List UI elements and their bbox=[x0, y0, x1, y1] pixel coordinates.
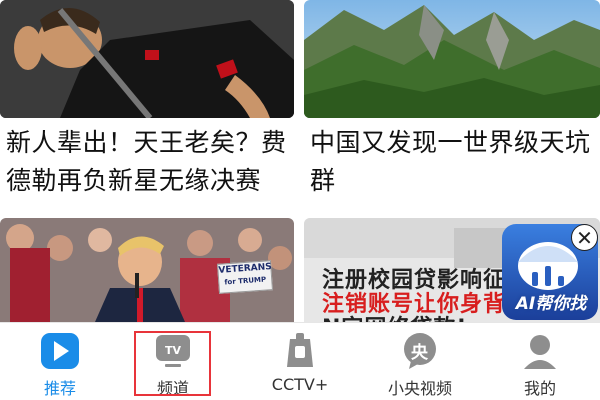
sign-line-2: for TRUMP bbox=[224, 275, 267, 287]
tab-mine[interactable]: 我的 bbox=[480, 323, 600, 400]
feed-card-rally[interactable]: VETERANS for TRUMP bbox=[0, 218, 294, 322]
landscape-thumbnail[interactable] bbox=[304, 0, 600, 118]
tab-xiaoyang-video[interactable]: 央 小央视频 bbox=[360, 323, 480, 400]
feed-card-tennis[interactable]: 新人辈出！天王老矣？费德勒再负新星无缘决赛 bbox=[0, 0, 294, 210]
overlay-line-3: N字网络贷款! bbox=[322, 310, 467, 322]
person-icon bbox=[524, 335, 556, 369]
channels-highlight-box bbox=[134, 331, 211, 396]
tab-label-recommend: 推荐 bbox=[43, 379, 76, 398]
tab-label-xiaoyang-video: 小央视频 bbox=[387, 379, 452, 398]
yang-icon-text: 央 bbox=[411, 343, 428, 363]
headline-tennis[interactable]: 新人辈出！天王老矣？费德勒再负新星无缘决赛 bbox=[6, 124, 290, 200]
headline-landscape[interactable]: 中国又发现一世界级天坑群 bbox=[310, 124, 596, 200]
cctv-plus-icon bbox=[287, 333, 313, 367]
tab-label-cctv-plus: CCTV+ bbox=[271, 375, 329, 394]
close-icon[interactable]: ✕ bbox=[571, 224, 598, 251]
tab-cctv-plus[interactable]: CCTV+ bbox=[240, 323, 360, 400]
ai-assistant-label[interactable]: AI帮你找 bbox=[506, 289, 596, 314]
tab-recommend[interactable]: 推荐 bbox=[0, 323, 120, 400]
sign-veterans: VETERANS for TRUMP bbox=[217, 260, 273, 294]
tennis-thumbnail[interactable] bbox=[0, 0, 294, 118]
bottom-tab-bar: 推荐 TV 频道 CCTV+ 央 小央视频 我的 bbox=[0, 322, 600, 400]
play-icon bbox=[41, 333, 79, 369]
tab-label-mine: 我的 bbox=[523, 379, 556, 398]
feed-card-landscape[interactable]: 中国又发现一世界级天坑群 bbox=[304, 0, 600, 210]
